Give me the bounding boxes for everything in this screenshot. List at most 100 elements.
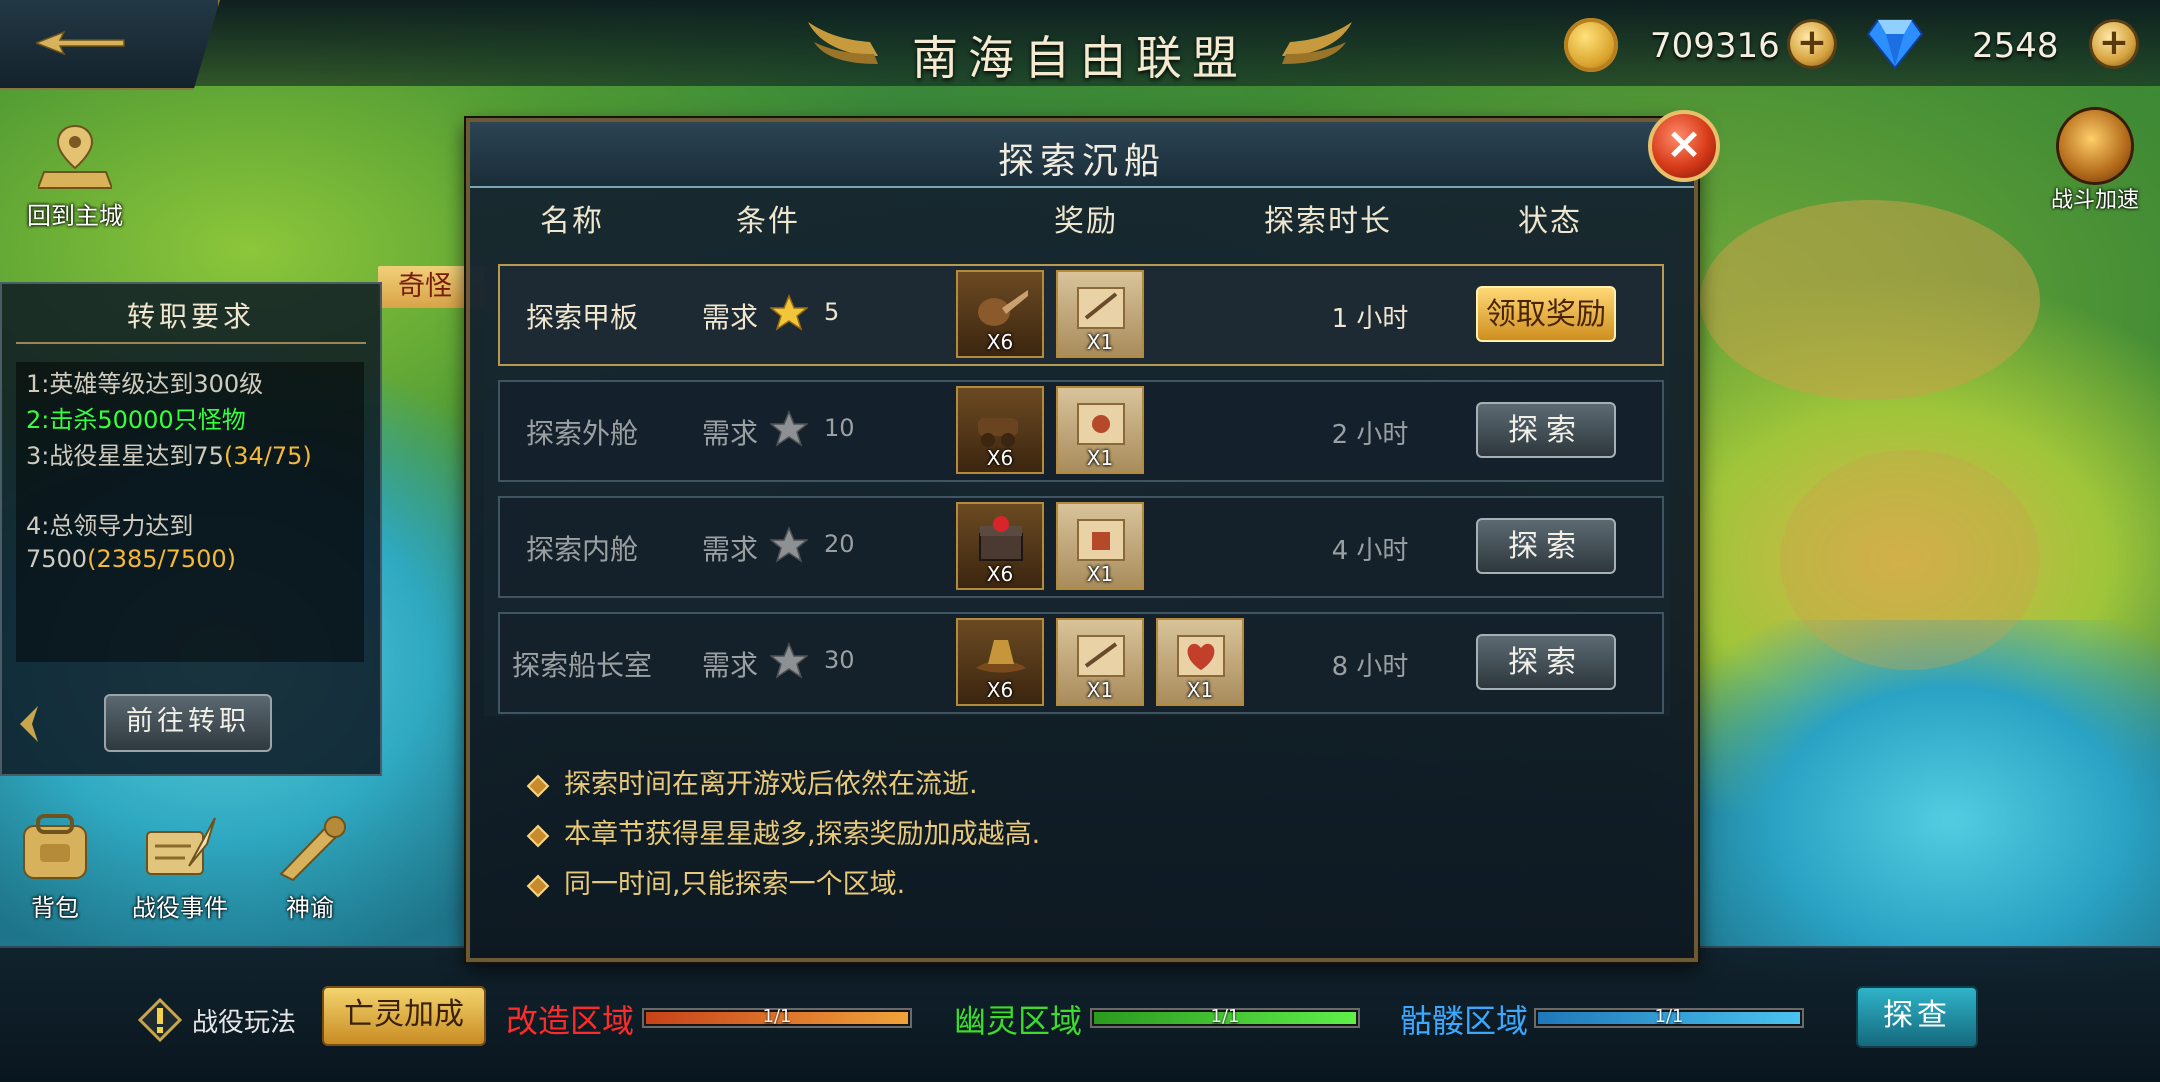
add-diamond-button[interactable]: + xyxy=(2092,22,2136,66)
explore-button[interactable]: 探索 xyxy=(1476,518,1616,574)
explore-button[interactable]: 探索 xyxy=(1476,402,1616,458)
reward-item-slot[interactable]: X6 xyxy=(956,386,1044,474)
undead-bonus-button[interactable]: 亡灵加成 xyxy=(322,986,486,1046)
reward-scroll-icon xyxy=(1077,287,1125,329)
job-change-requirements-panel: 转职要求 1:英雄等级达到300级 2:击杀50000只怪物 3:战役星星达到7… xyxy=(0,282,382,776)
map-terrain xyxy=(1780,450,2040,670)
star-icon xyxy=(770,294,808,331)
reward-quantity: X6 xyxy=(986,330,1014,354)
scroll-quill-icon xyxy=(146,817,216,875)
reward-item-slot[interactable]: X1 xyxy=(1156,618,1244,706)
requirement-item: 2:击杀50000只怪物 xyxy=(26,404,356,437)
info-note: 本章节获得星星越多,探索奖励加成越高. xyxy=(526,812,1040,851)
backpack-icon xyxy=(23,814,87,879)
row-condition-label: 需求 xyxy=(702,533,759,566)
reward-item-slot[interactable]: X1 xyxy=(1056,502,1144,590)
map-pin-icon xyxy=(36,124,114,189)
zone-name-modified: 改造区域 xyxy=(506,1002,635,1040)
reward-item-slot[interactable]: X6 xyxy=(956,270,1044,358)
row-star-requirement: 5 xyxy=(824,298,840,326)
star-icon xyxy=(770,526,808,563)
battle-speed-label: 战斗加速 xyxy=(2050,188,2139,213)
campaign-mode-label: 战役玩法 xyxy=(192,1008,297,1038)
reward-quantity: X1 xyxy=(1186,678,1214,702)
requirements-title: 转职要求 xyxy=(126,300,255,333)
close-button[interactable]: × xyxy=(1648,110,1720,182)
requirement-text: 1:英雄等级达到300级 xyxy=(26,370,264,398)
reward-item-slot[interactable]: X1 xyxy=(1056,618,1144,706)
explore-row[interactable]: 探索船长室 需求 30 X6 X1 X1 8 小时 探索 xyxy=(498,612,1664,714)
info-note: 探索时间在离开游戏后依然在流逝. xyxy=(526,762,978,801)
requirement-progress: (34/75) xyxy=(223,442,312,470)
back-arrow-icon xyxy=(36,30,125,56)
battle-speed-button[interactable]: 战斗加速 xyxy=(2040,110,2150,214)
requirements-list: 1:英雄等级达到300级 2:击杀50000只怪物 3:战役星星达到75(34/… xyxy=(16,362,364,662)
reward-pipe-icon xyxy=(978,290,1028,326)
oracle-button[interactable]: 神谕 xyxy=(255,814,365,923)
row-condition-label: 需求 xyxy=(702,649,759,682)
reward-scroll-icon xyxy=(1077,635,1125,677)
diamond-counter: 2548 + xyxy=(1866,14,2156,76)
explore-row[interactable]: 探索内舱 需求 20 X6 X1 4 小时 探索 xyxy=(498,496,1664,598)
dialog-header: 探索沉船 xyxy=(470,122,1694,188)
zone-progress-text: 1/1 xyxy=(1210,1006,1240,1027)
diamond-bullet-icon xyxy=(526,774,550,797)
row-duration: 8 小时 xyxy=(1331,652,1409,682)
requirement-text: 3:战役星星达到75 xyxy=(26,442,224,470)
zone-progress-text: 1/1 xyxy=(1654,1006,1684,1027)
requirement-item: 1:英雄等级达到300级 xyxy=(26,368,356,401)
crossed-swords-icon xyxy=(2059,110,2131,182)
oracle-label: 神谕 xyxy=(286,894,334,922)
page-title: 南海自由联盟 xyxy=(912,31,1248,85)
zone-progress-bar: 1/1 xyxy=(1090,1006,1360,1028)
reward-scroll-icon xyxy=(1077,519,1125,561)
diamond-bullet-icon xyxy=(526,824,550,847)
claim-reward-button[interactable]: 领取奖励 xyxy=(1476,286,1616,342)
horn-icon xyxy=(279,816,346,882)
reward-item-slot[interactable]: X1 xyxy=(1056,270,1144,358)
return-home-button[interactable]: 回到主城 xyxy=(20,122,130,231)
title-divider xyxy=(16,342,366,344)
explore-row[interactable]: 探索外舱 需求 10 X6 X1 2 小时 探索 xyxy=(498,380,1664,482)
reward-quantity: X6 xyxy=(986,446,1014,470)
reward-quantity: X1 xyxy=(1086,678,1114,702)
back-button[interactable] xyxy=(0,0,220,90)
row-condition-label: 需求 xyxy=(702,301,759,334)
row-star-requirement: 20 xyxy=(824,530,855,558)
zone-progress-bar: 1/1 xyxy=(1534,1006,1804,1028)
reward-item-slot[interactable]: X1 xyxy=(1056,386,1144,474)
reward-quantity: X1 xyxy=(1086,446,1114,470)
zone-progress-bar: 1/1 xyxy=(642,1006,912,1028)
requirement-item: 3:战役星星达到75(34/75) xyxy=(26,440,356,473)
explore-button[interactable]: 探索 xyxy=(1476,634,1616,690)
inspect-button[interactable]: 探查 xyxy=(1856,986,1978,1048)
gold-counter: 709316 + xyxy=(1560,14,1860,76)
row-duration: 4 小时 xyxy=(1331,536,1409,566)
zone-progress-text: 1/1 xyxy=(762,1006,792,1027)
row-name: 探索外舱 xyxy=(526,417,639,450)
warning-icon[interactable] xyxy=(138,998,182,1042)
reward-quantity: X6 xyxy=(986,678,1014,702)
column-header-name: 名称 xyxy=(540,204,604,239)
backpack-button[interactable]: 背包 xyxy=(0,814,110,923)
diamond-icon xyxy=(1866,19,1924,70)
reward-heart-scroll-icon xyxy=(1177,635,1225,677)
reward-item-slot[interactable]: X6 xyxy=(956,618,1044,706)
column-header-duration: 探索时长 xyxy=(1264,204,1392,239)
reward-scroll-icon xyxy=(1077,403,1125,445)
reward-cannon-icon xyxy=(978,418,1018,447)
note-text: 同一时间,只能探索一个区域. xyxy=(564,869,906,900)
page-title-banner: 南海自由联盟 xyxy=(800,8,1360,85)
reward-item-slot[interactable]: X6 xyxy=(956,502,1044,590)
gold-coin-icon xyxy=(1564,18,1618,72)
wing-ornament-right-icon xyxy=(1282,22,1352,64)
note-text: 探索时间在离开游戏后依然在流逝. xyxy=(564,769,978,800)
reward-quantity: X1 xyxy=(1086,330,1114,354)
explore-row[interactable]: 探索甲板 需求 5 X6 X1 1 小时 领取奖励 xyxy=(498,264,1664,366)
collapse-arrow-icon[interactable] xyxy=(16,704,40,744)
add-gold-button[interactable]: + xyxy=(1790,22,1834,66)
gold-amount: 709316 xyxy=(1650,26,1780,66)
column-header-condition: 条件 xyxy=(736,204,800,239)
campaign-events-button[interactable]: 战役事件 xyxy=(125,814,235,923)
goto-job-change-button[interactable]: 前往转职 xyxy=(104,694,272,752)
